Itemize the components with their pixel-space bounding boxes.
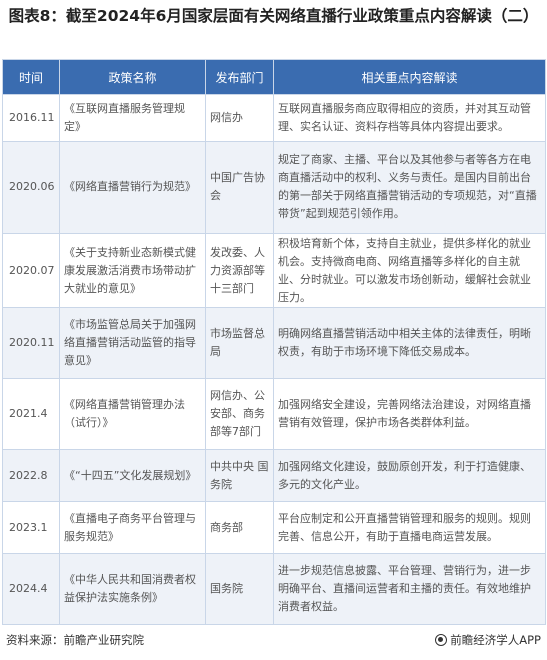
cell-date: 2020.06	[2, 140, 60, 235]
cell-date: 2023.1	[2, 501, 60, 554]
cell-interpretation: 加强网络文化建设，鼓励原创开发，利于打造健康、多元的文化产业。	[273, 449, 546, 503]
cell-date: 2016.11	[2, 94, 60, 142]
cell-date: 2021.4	[2, 378, 60, 451]
policy-table: 时间 政策名称 发布部门 相关重点内容解读 2016.11 《互联网直播服务管理…	[2, 59, 546, 626]
cell-policy-name: 《网络直播营销行为规范》	[59, 140, 206, 235]
header-interpretation: 相关重点内容解读	[273, 59, 546, 95]
cell-date: 2020.11	[2, 307, 60, 380]
table-row: 2023.1 《直播电子商务平台管理与服务规范》 商务部 平台应制定和公开直播营…	[2, 501, 546, 554]
table-row: 2022.8 《“十四五”文化发展规划》 中共中央 国务院 加强网络文化建设，鼓…	[2, 449, 546, 503]
footer: 资料来源：前瞻产业研究院 前瞻经济学人APP	[0, 630, 547, 650]
cell-policy-name: 《关于支持新业态新模式健康发展激活消费市场带动扩大就业的意见》	[59, 233, 206, 309]
cell-department: 商务部	[205, 501, 274, 554]
table-header-row: 时间 政策名称 发布部门 相关重点内容解读	[2, 59, 546, 95]
cell-date: 2020.07	[2, 233, 60, 309]
cell-department: 中共中央 国务院	[205, 449, 274, 503]
brand-name: 前瞻经济学人APP	[450, 633, 541, 647]
table-row: 2020.11 《市场监管总局关于加强网络直播营销活动监管的指导意见》 市场监督…	[2, 307, 546, 380]
header-department: 发布部门	[205, 59, 274, 95]
page-title: 图表8：截至2024年6月国家层面有关网络直播行业政策重点内容解读（二）	[8, 7, 539, 25]
cell-policy-name: 《中华人民共和国消费者权益保护法实施条例》	[59, 552, 206, 626]
cell-interpretation: 互联网直播服务商应取得相应的资质，并对其互动管理、实名认证、资料存档等具体内容提…	[273, 94, 546, 142]
cell-policy-name: 《“十四五”文化发展规划》	[59, 449, 206, 503]
cell-interpretation: 明确网络直播营销活动中相关主体的法律责任，明晰权责，有助于市场环境下降低交易成本…	[273, 307, 546, 380]
table-row: 2024.4 《中华人民共和国消费者权益保护法实施条例》 国务院 进一步规范信息…	[2, 552, 546, 626]
cell-policy-name: 《互联网直播服务管理规定》	[59, 94, 206, 142]
cell-policy-name: 《直播电子商务平台管理与服务规范》	[59, 501, 206, 554]
header-policy-name: 政策名称	[59, 59, 206, 95]
cell-date: 2024.4	[2, 552, 60, 626]
table-row: 2020.06 《网络直播营销行为规范》 中国广告协会 规定了商家、主播、平台以…	[2, 140, 546, 235]
table-row: 2016.11 《互联网直播服务管理规定》 网信办 互联网直播服务商应取得相应的…	[2, 94, 546, 142]
table-row: 2021.4 《网络直播营销管理办法（试行）》 网信办、公安部、商务部等7部门 …	[2, 378, 546, 451]
cell-department: 国务院	[205, 552, 274, 626]
cell-department: 网信办、公安部、商务部等7部门	[205, 378, 274, 451]
brand-label: 前瞻经济学人APP	[435, 632, 541, 648]
cell-department: 市场监督总局	[205, 307, 274, 380]
qianzhan-logo-icon	[435, 634, 448, 646]
cell-interpretation: 规定了商家、主播、平台以及其他参与者等各方在电商直播活动中的权利、义务与责任。是…	[273, 140, 546, 235]
cell-department: 网信办	[205, 94, 274, 142]
cell-policy-name: 《市场监管总局关于加强网络直播营销活动监管的指导意见》	[59, 307, 206, 380]
cell-interpretation: 平台应制定和公开直播营销管理和服务的规则。规则完善、信息公开，有助于直播电商运营…	[273, 501, 546, 554]
cell-date: 2022.8	[2, 449, 60, 503]
cell-interpretation: 积极培育新个体，支持自主就业，提供多样化的就业机会。支持微商电商、网络直播等多样…	[273, 233, 546, 309]
table-row: 2020.07 《关于支持新业态新模式健康发展激活消费市场带动扩大就业的意见》 …	[2, 233, 546, 309]
cell-department: 中国广告协会	[205, 140, 274, 235]
cell-interpretation: 加强网络安全建设，完善网络法治建设，对网络直播营销有效管理，保护市场各类群体利益…	[273, 378, 546, 451]
header-date: 时间	[2, 59, 60, 95]
cell-interpretation: 进一步规范信息披露、平台管理、营销行为，进一步明确平台、直播间运营者和主播的责任…	[273, 552, 546, 626]
source-note: 资料来源：前瞻产业研究院	[6, 633, 144, 647]
cell-policy-name: 《网络直播营销管理办法（试行）》	[59, 378, 206, 451]
cell-department: 发改委、人力资源部等十三部门	[205, 233, 274, 309]
